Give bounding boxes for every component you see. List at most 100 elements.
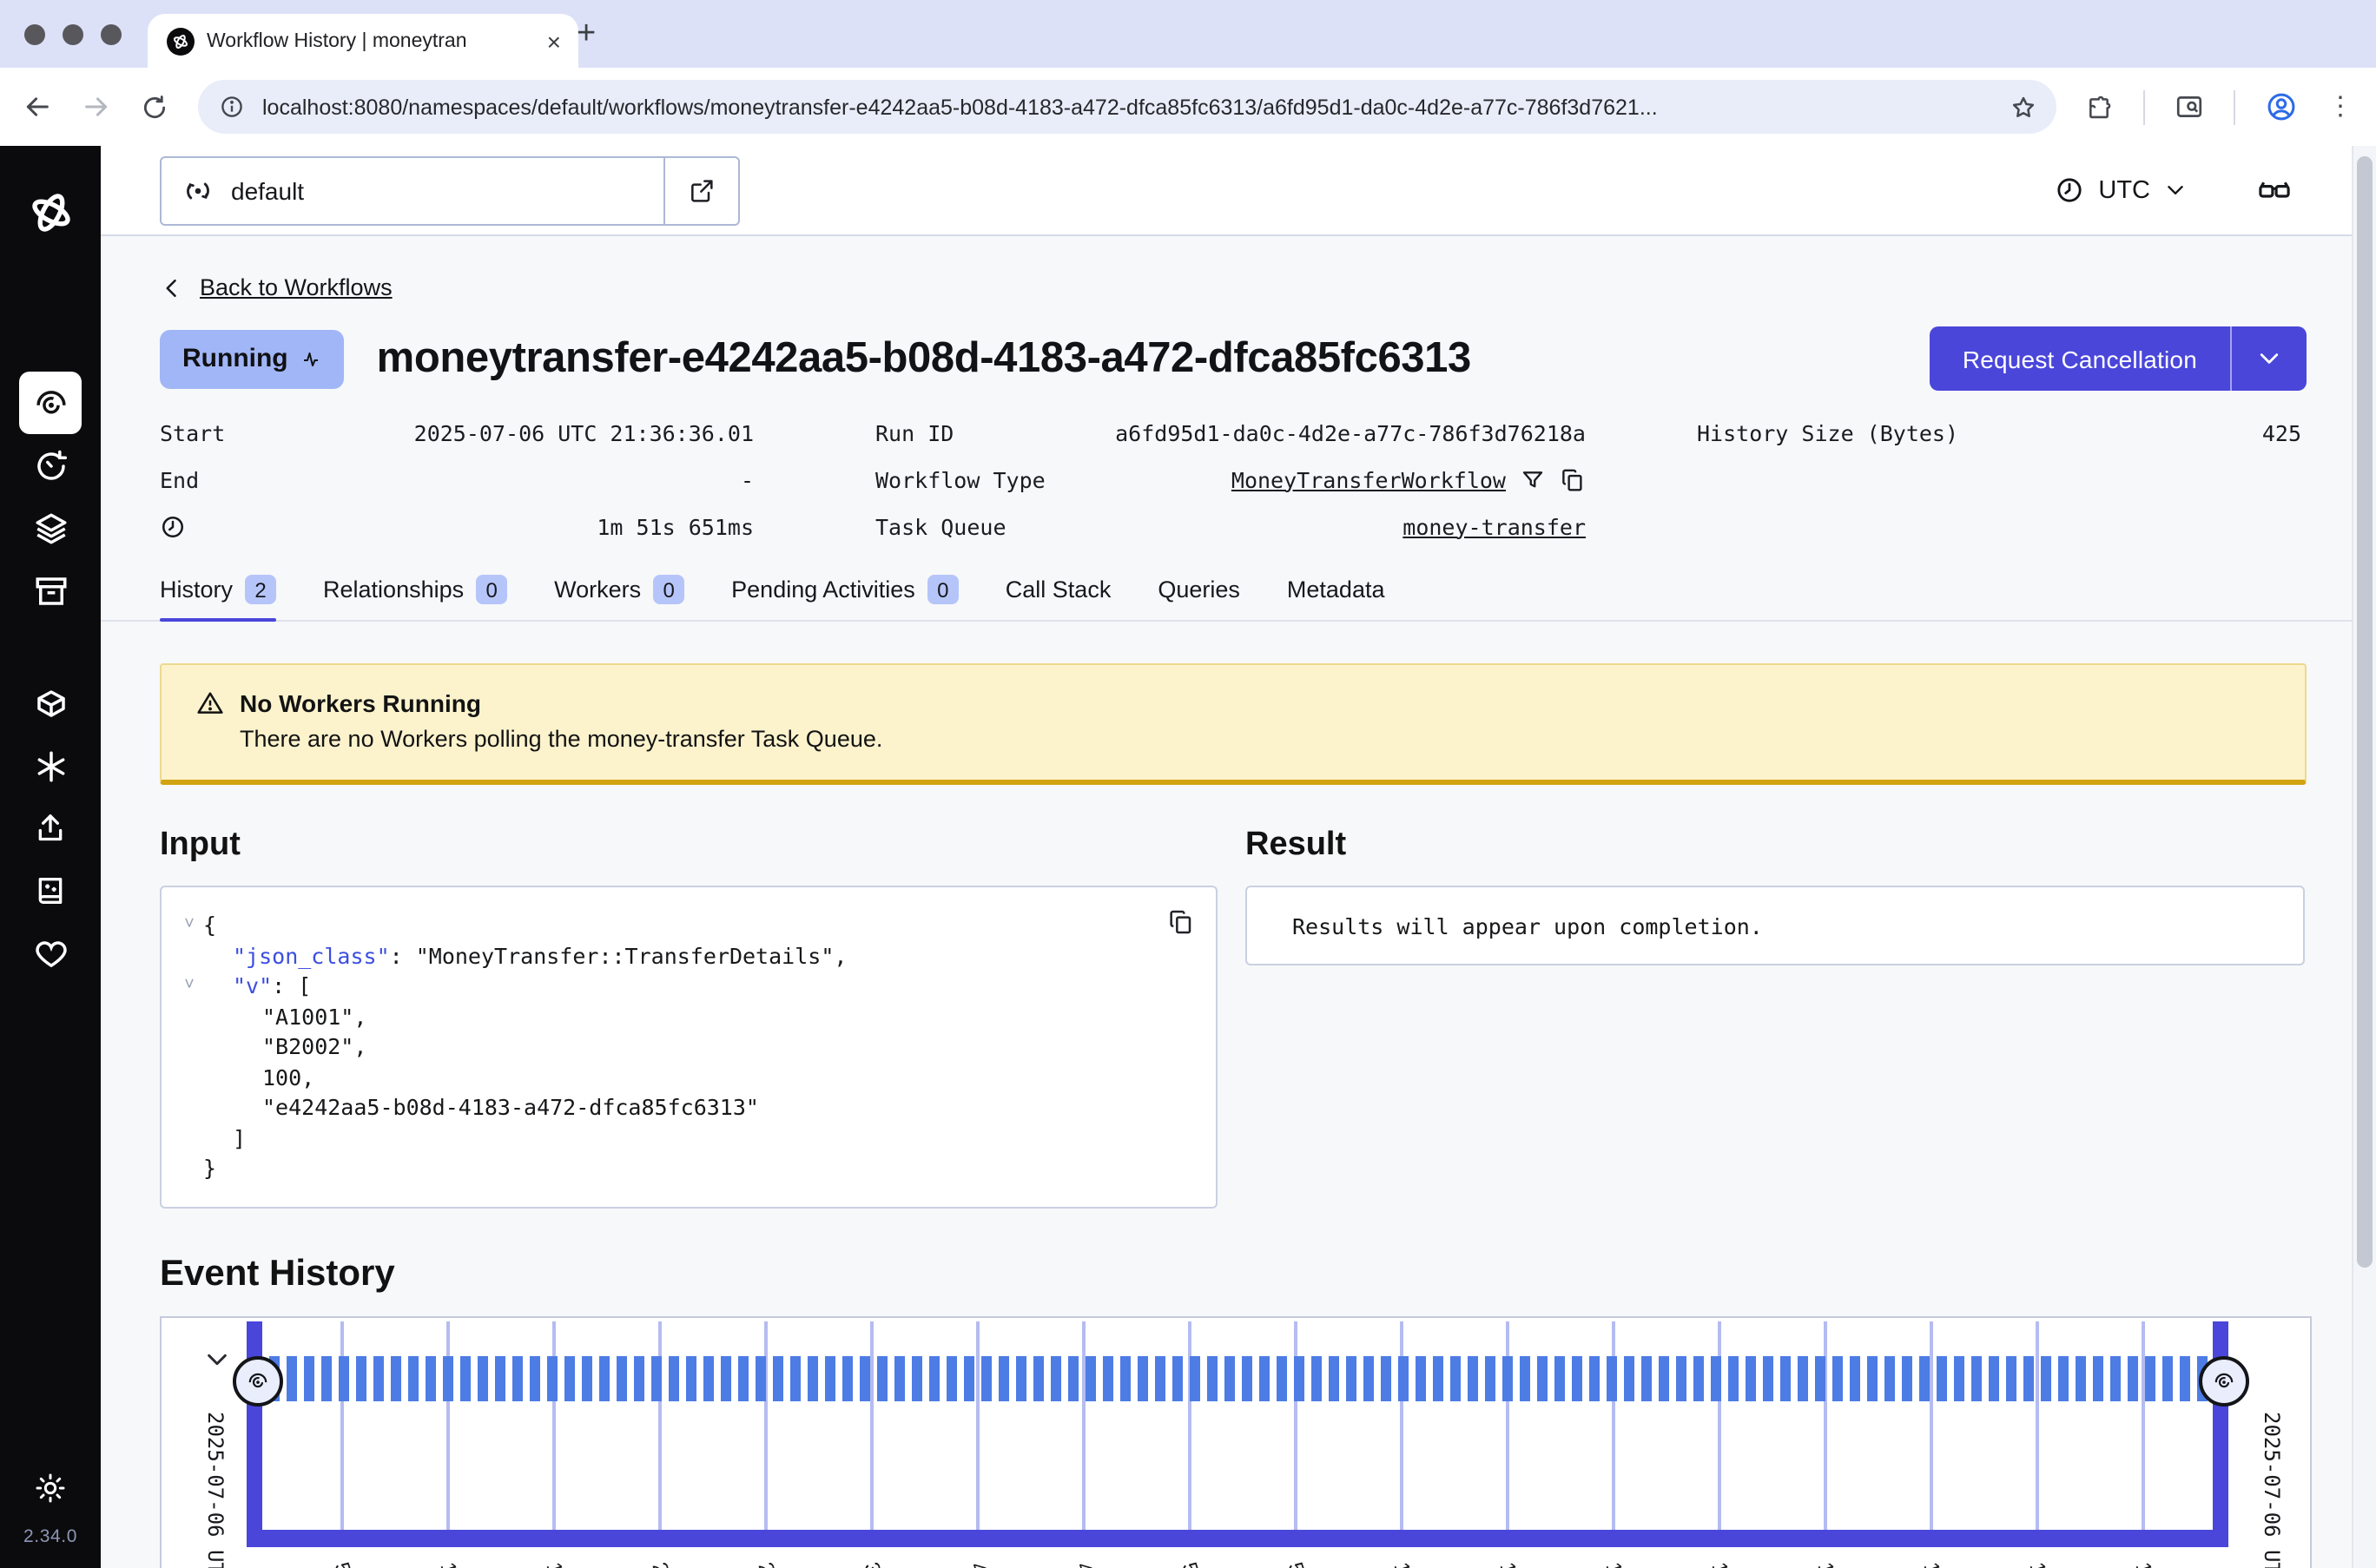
namespace-selector[interactable]: default — [160, 155, 740, 225]
task-queue-link[interactable]: money-transfer — [1402, 513, 1586, 539]
timeline-gridline — [1718, 1321, 1720, 1529]
chevron-down-icon — [2164, 179, 2187, 201]
sidebar-item-workflows[interactable] — [19, 372, 82, 434]
event-bar — [1850, 1355, 1860, 1400]
tab-label: Queries — [1158, 576, 1240, 603]
cancellation-menu-button[interactable] — [2230, 326, 2307, 391]
timezone-selector[interactable]: UTC — [2055, 175, 2187, 205]
code-line: ] — [175, 1123, 1146, 1153]
sidebar-item-namespaces[interactable] — [19, 672, 82, 735]
reload-icon[interactable] — [141, 93, 168, 121]
timeline-tick-label: 1m — [1495, 1558, 1527, 1568]
tab-queries[interactable]: Queries — [1158, 575, 1240, 620]
tab-metadata[interactable]: Metadata — [1287, 575, 1385, 620]
url-text[interactable]: localhost:8080/namespaces/default/workfl… — [262, 95, 1992, 119]
event-bar — [547, 1355, 558, 1400]
bookmark-star-icon[interactable] — [2010, 93, 2037, 121]
event-bar — [2076, 1355, 2086, 1400]
profile-avatar-icon[interactable] — [2265, 90, 2298, 123]
theme-toggle-sun-icon[interactable] — [33, 1471, 68, 1505]
back-icon[interactable] — [23, 92, 52, 122]
timeline-gridline — [340, 1321, 343, 1529]
sidebar-item-schedules[interactable] — [19, 434, 82, 497]
tab-label: Call Stack — [1006, 576, 1112, 603]
event-bar — [1884, 1355, 1895, 1400]
timeline-gridline — [1082, 1321, 1085, 1529]
tab-history[interactable]: History2 — [160, 575, 276, 620]
event-bar — [1450, 1355, 1461, 1400]
duration-clock-icon — [160, 513, 186, 539]
sidebar-item-docs[interactable] — [19, 860, 82, 922]
tab-call-stack[interactable]: Call Stack — [1006, 575, 1112, 620]
copy-input-icon[interactable] — [1167, 908, 1195, 936]
heart-icon — [32, 935, 69, 972]
tab-label: Metadata — [1287, 576, 1385, 603]
event-bar — [738, 1355, 749, 1400]
page-scrollbar[interactable] — [2352, 146, 2376, 1568]
detail-row-start: Start 2025-07-06 UTC 21:36:36.01 — [160, 415, 754, 450]
collapse-caret-icon[interactable]: ˅ — [175, 971, 203, 1001]
event-bar — [1989, 1355, 1999, 1400]
tab-relationships[interactable]: Relationships0 — [323, 575, 507, 620]
browser-menu-icon[interactable]: ⋮ — [2327, 102, 2353, 112]
browser-tab[interactable]: Workflow History | moneytran × — [148, 14, 578, 68]
forward-icon[interactable] — [82, 92, 111, 122]
scrollbar-thumb[interactable] — [2357, 156, 2373, 1268]
workflow-start-marker[interactable] — [233, 1355, 283, 1406]
event-bar — [512, 1355, 523, 1400]
result-box: Results will appear upon completion. — [1245, 886, 2305, 965]
book-icon — [33, 873, 68, 908]
new-tab-button[interactable]: + — [577, 16, 596, 54]
sidebar-item-feedback[interactable] — [19, 922, 82, 985]
tab-close-icon[interactable]: × — [544, 29, 564, 53]
timeline-expand-chevron-icon[interactable] — [203, 1345, 231, 1373]
window-controls[interactable] — [24, 24, 122, 45]
timeline-tick-label: 1m — [1600, 1558, 1633, 1568]
input-code-block: ˅{"json_class": "MoneyTransfer::Transfer… — [160, 886, 1218, 1208]
labs-glasses-icon[interactable] — [2256, 172, 2293, 208]
event-bar — [1798, 1355, 1808, 1400]
address-bar[interactable]: localhost:8080/namespaces/default/workfl… — [198, 80, 2056, 134]
timeline-gridline — [1930, 1321, 1932, 1529]
cube-icon — [32, 685, 69, 721]
event-bar — [669, 1355, 679, 1400]
extensions-icon[interactable] — [2086, 93, 2114, 121]
sidebar-item-nexus[interactable] — [19, 735, 82, 797]
sidebar-item-archival[interactable] — [19, 559, 82, 622]
detail-value: 425 — [2262, 419, 2301, 445]
close-window-button[interactable] — [24, 24, 45, 45]
request-cancellation-button[interactable]: Request Cancellation — [1930, 326, 2230, 391]
sidebar-item-import-export[interactable] — [19, 797, 82, 860]
event-bar — [1537, 1355, 1548, 1400]
back-to-workflows-link[interactable]: Back to Workflows — [200, 274, 393, 300]
tab-pending-activities[interactable]: Pending Activities0 — [731, 575, 959, 620]
namespace-external-link-button[interactable] — [663, 157, 738, 223]
clock-icon — [2055, 175, 2084, 205]
event-band[interactable] — [269, 1355, 2209, 1400]
tab-count-badge: 2 — [245, 575, 276, 604]
filter-funnel-icon[interactable] — [1520, 466, 1546, 492]
copy-icon[interactable] — [1560, 466, 1586, 492]
sidebar-item-batch-operations[interactable] — [19, 497, 82, 559]
minimize-window-button[interactable] — [63, 24, 83, 45]
event-bar — [408, 1355, 419, 1400]
event-bar — [1346, 1355, 1356, 1400]
collapse-caret-icon[interactable]: ˅ — [175, 910, 203, 940]
side-panel-search-icon[interactable] — [2175, 92, 2204, 122]
tab-count-badge: 0 — [927, 575, 959, 604]
detail-label: Run ID — [875, 419, 954, 445]
tab-workers[interactable]: Workers0 — [554, 575, 684, 620]
event-bar — [530, 1355, 540, 1400]
timeline-tick-label: 51s — [1177, 1558, 1211, 1568]
site-info-icon[interactable] — [219, 94, 245, 120]
maximize-window-button[interactable] — [101, 24, 122, 45]
event-bar — [2093, 1355, 2103, 1400]
workflow-latest-marker[interactable] — [2199, 1355, 2249, 1406]
timeline-end-boundary — [2213, 1321, 2228, 1546]
timeline-gridline — [1612, 1321, 1614, 1529]
code-line: "A1001", — [175, 1001, 1146, 1031]
timezone-label: UTC — [2098, 176, 2150, 204]
workflow-type-link[interactable]: MoneyTransferWorkflow — [1231, 466, 1506, 492]
detail-label: Task Queue — [875, 513, 1006, 539]
event-bar — [356, 1355, 366, 1400]
